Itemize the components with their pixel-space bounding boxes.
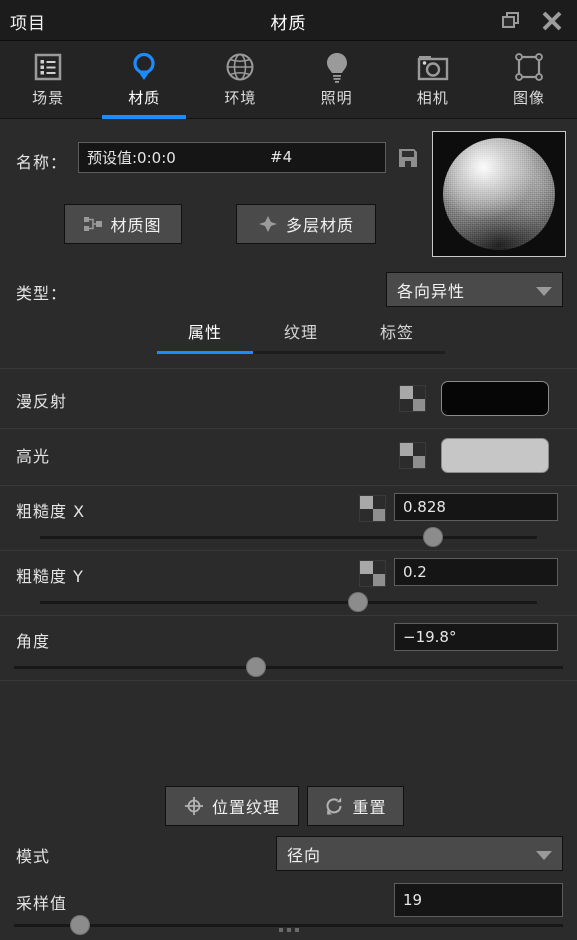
- place-texture-button[interactable]: 位置纹理: [165, 786, 299, 826]
- angle-input[interactable]: [394, 623, 558, 651]
- multilayer-material-label: 多层材质: [285, 216, 354, 235]
- floppy-save-icon: [399, 149, 417, 167]
- slider-knob[interactable]: [422, 527, 443, 547]
- tab-camera[interactable]: 相机: [385, 41, 481, 118]
- tab-label-environment: 环境: [224, 89, 257, 107]
- slider-track: [14, 666, 563, 669]
- tab-label-material: 材质: [128, 89, 161, 107]
- multilayer-material-button[interactable]: 多层材质: [236, 204, 376, 244]
- diffuse-color-swatch[interactable]: [441, 381, 549, 416]
- image-frame-icon: [513, 48, 545, 86]
- list-scene-icon: [32, 48, 64, 86]
- material-preview[interactable]: [432, 131, 566, 257]
- specular-color-swatch[interactable]: [441, 438, 549, 473]
- mode-value: 径向: [287, 845, 322, 865]
- slider-track: [40, 601, 537, 604]
- angle-slider[interactable]: [14, 657, 563, 677]
- slider-track: [14, 924, 563, 927]
- roughness-y-checker-texture-icon[interactable]: [359, 560, 386, 587]
- type-row: 类型： 各向异性: [0, 272, 577, 308]
- slider-knob[interactable]: [245, 657, 266, 677]
- mode-label: 模式: [16, 847, 51, 866]
- material-type-select[interactable]: 各向异性: [386, 272, 563, 307]
- diffuse-checker-texture-icon[interactable]: [399, 385, 426, 412]
- property-row-diffuse: 漫反射: [0, 369, 577, 428]
- restore-window-button[interactable]: [491, 0, 533, 41]
- material-sphere-icon: [127, 48, 161, 86]
- tab-label-lighting: 照明: [320, 89, 353, 107]
- material-name-input[interactable]: [78, 142, 386, 173]
- diffuse-label: 漫反射: [16, 392, 68, 411]
- roughness-x-label: 粗糙度 X: [16, 502, 86, 521]
- roughness-x-checker-texture-icon[interactable]: [359, 495, 386, 522]
- drag-handle-dots-icon[interactable]: [278, 928, 299, 932]
- property-row-angle: 角度: [0, 616, 577, 680]
- roughness-y-slider[interactable]: [40, 592, 537, 612]
- tab-image[interactable]: 图像: [481, 41, 577, 118]
- divider: [0, 680, 577, 681]
- crosshair-target-icon: [184, 797, 203, 815]
- reset-label: 重置: [352, 798, 387, 817]
- property-subtab-bar: 属性 纹理 标签: [157, 319, 445, 361]
- tab-environment[interactable]: 环境: [192, 41, 288, 118]
- refresh-circular-icon: [326, 797, 342, 815]
- lightbulb-icon: [321, 48, 353, 86]
- mode-select[interactable]: 径向: [276, 836, 563, 871]
- tab-label-camera: 相机: [416, 89, 449, 107]
- save-material-button[interactable]: [393, 144, 423, 172]
- property-row-roughness-x: 粗糙度 X: [0, 486, 577, 550]
- type-label: 类型：: [16, 284, 68, 303]
- specular-checker-texture-icon[interactable]: [399, 442, 426, 469]
- material-type-value: 各向异性: [397, 281, 466, 301]
- angle-label: 角度: [16, 632, 51, 651]
- roughness-x-input[interactable]: [394, 493, 558, 521]
- subtab-texture[interactable]: 纹理: [253, 319, 349, 349]
- material-editor-window: 项目 材质 场景 材质 环境 照明 相机 图像 名称： 预设值:0:0:0 #4…: [0, 0, 577, 940]
- samples-input[interactable]: [394, 883, 563, 917]
- specular-label: 高光: [16, 447, 51, 466]
- subtab-tags[interactable]: 标签: [349, 319, 445, 349]
- property-row-specular: 高光: [0, 429, 577, 485]
- chevron-down-icon: [536, 286, 552, 296]
- tab-label-image: 图像: [512, 89, 545, 107]
- name-label: 名称：: [16, 153, 68, 172]
- chevron-down-icon: [536, 850, 552, 860]
- roughness-x-slider[interactable]: [40, 527, 537, 547]
- node-graph-icon: [84, 217, 103, 231]
- tab-scene[interactable]: 场景: [0, 41, 96, 118]
- slider-track: [40, 536, 537, 539]
- roughness-y-input[interactable]: [394, 558, 558, 586]
- close-icon: [542, 11, 562, 30]
- close-window-button[interactable]: [531, 0, 573, 41]
- property-row-roughness-y: 粗糙度 Y: [0, 551, 577, 615]
- globe-icon: [224, 48, 256, 86]
- layers-diamond-icon: [258, 216, 277, 232]
- reset-button[interactable]: 重置: [307, 786, 404, 826]
- material-properties-panel: 名称： #4 材质图: [0, 119, 577, 940]
- roughness-y-label: 粗糙度 Y: [16, 567, 84, 586]
- title-bar: 项目 材质: [0, 0, 577, 41]
- place-texture-label: 位置纹理: [211, 798, 280, 817]
- main-tab-bar: 场景 材质 环境 照明 相机 图像: [0, 41, 577, 119]
- tab-material[interactable]: 材质: [96, 41, 192, 119]
- restore-window-icon: [502, 11, 519, 28]
- preview-noise-overlay: [443, 138, 555, 250]
- subtab-active-indicator: [157, 351, 253, 354]
- camera-icon: [416, 48, 450, 86]
- tab-label-scene: 场景: [32, 89, 65, 107]
- slider-knob[interactable]: [348, 592, 369, 612]
- subtab-properties[interactable]: 属性: [157, 319, 253, 349]
- tab-lighting[interactable]: 照明: [289, 41, 385, 118]
- slider-knob[interactable]: [69, 915, 90, 935]
- samples-label: 采样值: [16, 894, 68, 913]
- material-map-button[interactable]: 材质图: [64, 204, 182, 244]
- samples-slider[interactable]: [14, 915, 563, 935]
- material-map-label: 材质图: [110, 216, 162, 235]
